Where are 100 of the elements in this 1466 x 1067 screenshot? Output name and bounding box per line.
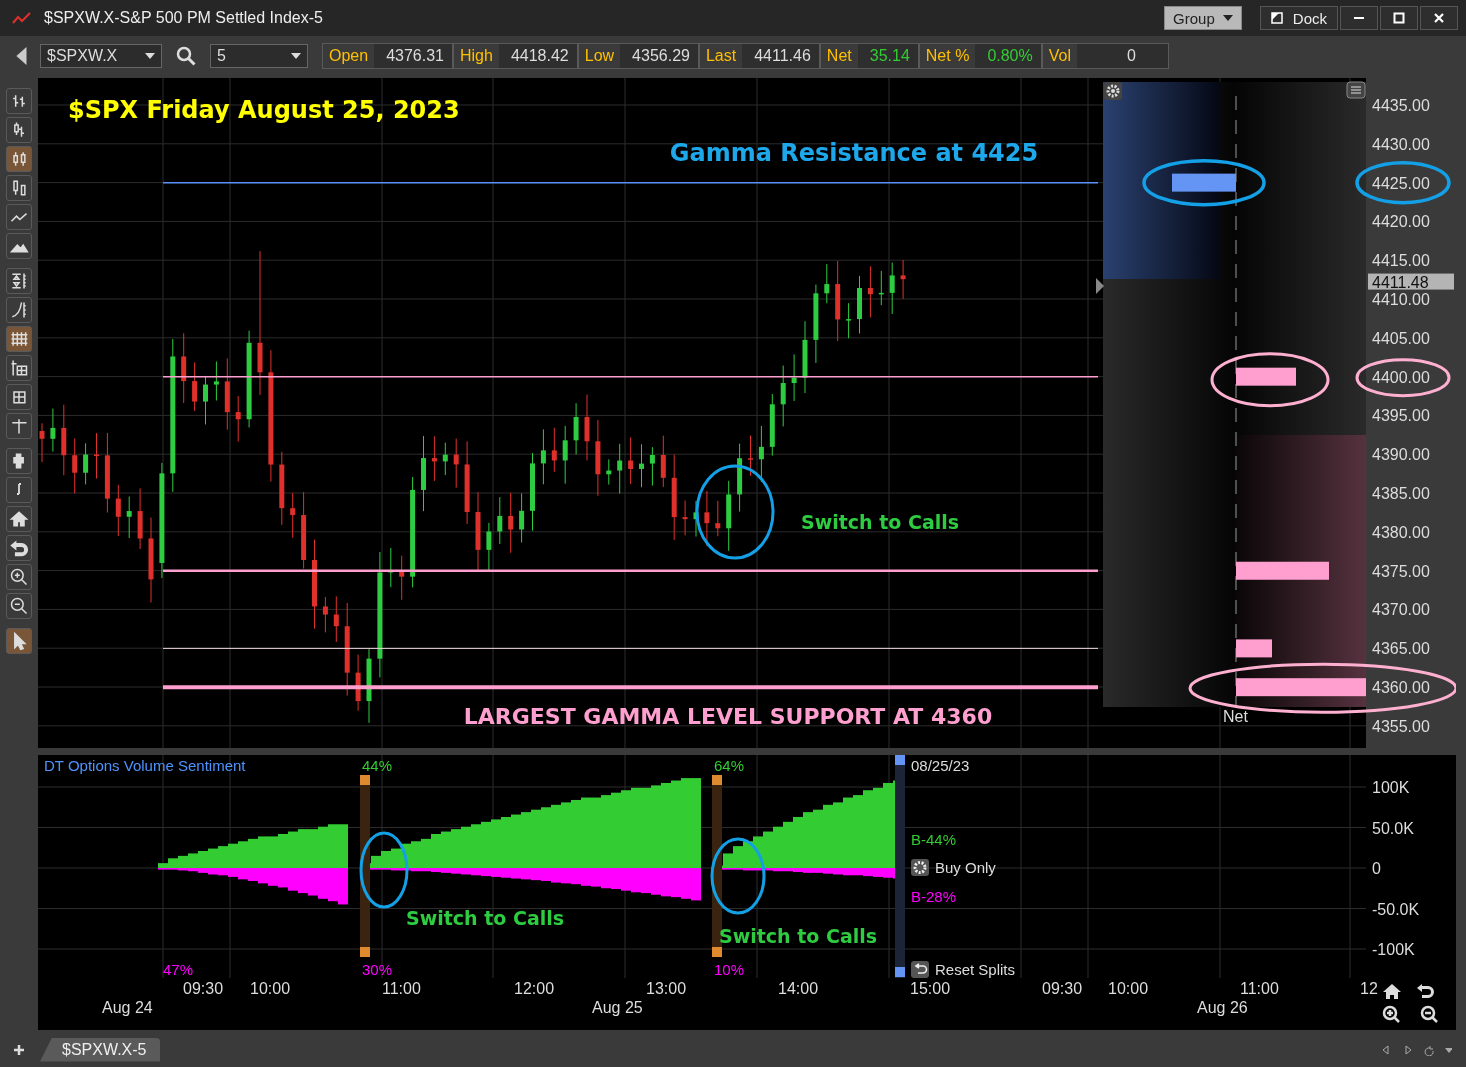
quote-label: Last [704,47,738,65]
price-axis-label: 4380.00 [1372,523,1430,541]
quote-label: Net [825,47,853,65]
time-axis-label: 09:30 [1042,980,1083,997]
window-title: $SPXW.X-S&P 500 PM Settled Index-5 [44,9,323,27]
interval-field[interactable]: 5 [210,44,308,68]
zoom-out-icon [9,596,29,616]
chart-tool-button[interactable] [6,564,32,590]
minimize-icon [1354,17,1364,19]
add-tab-icon[interactable] [14,1044,24,1055]
home-icon [9,509,29,529]
undo-icon [9,538,29,558]
volume-axis-label: -50.0K [1372,900,1420,918]
chart-tool-button[interactable] [6,117,32,143]
zoom-in-icon [9,567,29,587]
price-axis-label: 4370.00 [1372,601,1430,619]
caret-icon [1222,15,1233,21]
expand-arrow-icon[interactable] [1096,278,1104,294]
chart-tool-button[interactable] [6,477,32,503]
chart-line-icon [12,11,32,25]
tab-navigation-icon[interactable] [1382,1043,1452,1056]
percent-label: 64% [714,757,745,774]
time-axis-label: 09:30 [183,980,224,997]
axis-icon [9,358,29,378]
close-button[interactable] [1420,6,1458,30]
date-axis-label: Aug 25 [592,999,643,1016]
time-axis-label: 10:00 [250,980,291,997]
column-label: Net [1223,708,1248,725]
chart-tool-button[interactable] [6,268,32,294]
sell-percent-label: B-28% [911,888,957,905]
maximize-icon [1393,12,1405,24]
quote-value: 0.80% [975,44,1041,68]
chart-tool-button[interactable] [6,146,32,172]
caret-icon [291,53,301,59]
dock-icon [1270,12,1283,24]
chart-tool-button[interactable] [6,593,32,619]
panel-title: DT Options Volume Sentiment [44,757,246,774]
date-label: 08/25/23 [911,757,970,774]
back-arrow-icon[interactable] [16,47,28,65]
chart-tool-button[interactable] [6,628,32,654]
quote-label: Low [583,47,616,65]
chart-tool-button[interactable] [6,88,32,114]
menu-icon[interactable] [1346,81,1366,99]
gamma-bar [1236,639,1272,658]
volume-axis-label: 50.0K [1372,819,1414,837]
chart-tool-button[interactable] [6,355,32,381]
chart-annotation: Switch to Calls [800,511,960,533]
chart-tab[interactable]: $SPXW.X-5 [40,1037,161,1062]
chart-tool-button[interactable] [6,413,32,439]
price-axis-label: 4390.00 [1372,446,1430,464]
quote-value: 4376.31 [374,44,452,68]
auto-scale-icon [9,271,29,291]
zoom-in-icon[interactable] [1382,1005,1401,1024]
group-dropdown[interactable]: Group [1164,6,1242,30]
split-marker[interactable] [712,775,722,957]
quote-value: 0 [1077,44,1168,68]
chart-tool-button[interactable] [6,384,32,410]
chart-tool-button[interactable] [6,506,32,532]
quote-value: 4411.46 [742,44,819,68]
time-axis-label: 11:00 [1240,980,1279,997]
maximize-button[interactable] [1380,6,1418,30]
chart-tool-button[interactable] [6,297,32,323]
chart-tool-button[interactable] [6,448,32,474]
dock-button[interactable]: Dock [1259,6,1338,30]
buy-only-button[interactable]: Buy Only [911,859,996,876]
search-icon[interactable] [176,46,196,66]
price-axis-label: 4435.00 [1372,97,1430,114]
reset-splits-button[interactable]: Reset Splits [911,961,1016,978]
quote-value: 35.14 [857,44,918,68]
home-icon[interactable] [1383,984,1401,999]
quote-label: Vol [1047,47,1072,65]
price-axis-label: 4375.00 [1372,562,1430,580]
price-axis-label: 4405.00 [1372,329,1430,347]
percent-label: 10% [714,961,745,978]
crosshair-icon [9,416,29,436]
price-axis-label: 4415.00 [1372,252,1430,270]
chart-tool-button[interactable] [6,175,32,201]
quote-label: Net % [924,47,971,65]
date-axis-label: Aug 26 [1197,999,1248,1016]
price-axis-label: 4355.00 [1372,717,1430,735]
quote-value: 4418.42 [498,44,577,68]
split-marker[interactable] [360,775,370,957]
volume-axis-label: 0 [1372,860,1381,877]
quote-value: 4356.29 [620,44,698,68]
settings-icon[interactable] [1104,82,1122,100]
log-scale-icon [9,300,29,320]
percent-label: 47% [163,961,194,978]
time-axis-label: 11:00 [382,980,421,997]
undo-icon[interactable] [1417,984,1434,998]
time-axis-label: 13:00 [646,980,687,997]
chart-annotation: Gamma Resistance at 4425 [669,139,1039,167]
minimize-button[interactable] [1340,6,1378,30]
zoom-out-icon[interactable] [1420,1005,1439,1024]
chart-tool-button[interactable] [6,204,32,230]
chart-tool-button[interactable] [6,233,32,259]
time-axis-label: 12 [1360,980,1378,997]
chart-tool-button[interactable] [6,535,32,561]
symbol-field[interactable]: $SPXW.X [40,44,162,68]
chart-tool-button[interactable] [6,326,32,352]
price-axis-label: 4430.00 [1372,135,1430,153]
